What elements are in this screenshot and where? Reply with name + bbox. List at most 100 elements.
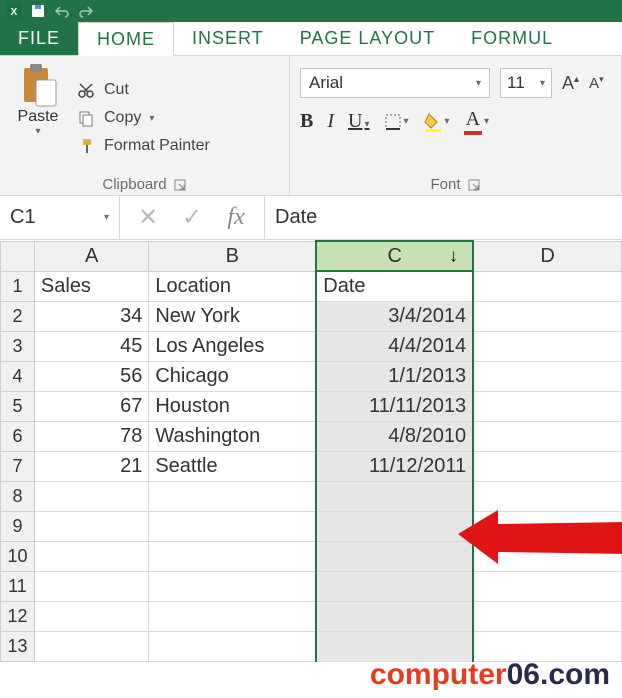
cell[interactable]: 21 (34, 452, 148, 482)
row-header[interactable]: 5 (1, 392, 35, 422)
row-header[interactable]: 10 (1, 542, 35, 572)
cell[interactable] (473, 302, 621, 332)
row-header[interactable]: 9 (1, 512, 35, 542)
format-painter-button[interactable]: Format Painter (76, 136, 210, 156)
column-header-c[interactable]: C ↓ (316, 241, 473, 271)
cell[interactable]: 1/1/2013 (316, 362, 473, 392)
cell[interactable] (149, 542, 316, 572)
save-icon[interactable] (30, 3, 46, 19)
cell[interactable] (316, 572, 473, 602)
row-header[interactable]: 1 (1, 271, 35, 302)
cell[interactable]: 78 (34, 422, 148, 452)
row-header[interactable]: 12 (1, 602, 35, 632)
cell[interactable] (34, 542, 148, 572)
paste-button[interactable]: Paste ▾ (10, 62, 66, 174)
tab-home[interactable]: HOME (78, 22, 174, 56)
cell[interactable] (473, 362, 621, 392)
redo-icon[interactable] (78, 3, 94, 19)
cell[interactable] (473, 452, 621, 482)
row-header[interactable]: 6 (1, 422, 35, 452)
cell[interactable] (473, 602, 621, 632)
tab-formulas[interactable]: FORMUL (453, 22, 571, 55)
cell[interactable] (316, 482, 473, 512)
cell[interactable] (473, 572, 621, 602)
cell[interactable]: Date (316, 271, 473, 302)
insert-function-button[interactable]: fx (224, 204, 248, 231)
cell[interactable] (149, 602, 316, 632)
column-header-d[interactable]: D (473, 241, 621, 271)
row-header[interactable]: 13 (1, 632, 35, 662)
cell[interactable] (473, 512, 621, 542)
bold-button[interactable]: B (300, 110, 313, 133)
cancel-button[interactable]: ✕ (136, 203, 160, 232)
fill-color-button[interactable]: ▾ (423, 112, 450, 132)
cell[interactable] (473, 422, 621, 452)
font-name-combo[interactable]: Arial ▾ (300, 68, 490, 98)
cell[interactable] (34, 512, 148, 542)
decrease-font-button[interactable]: A▾ (589, 74, 604, 92)
cell[interactable] (34, 482, 148, 512)
column-header-b[interactable]: B (149, 241, 316, 271)
cell[interactable] (473, 271, 621, 302)
cell[interactable] (149, 572, 316, 602)
dialog-launcher-icon[interactable] (467, 178, 481, 192)
underline-button[interactable]: U▾ (348, 110, 369, 133)
cell[interactable] (34, 572, 148, 602)
italic-button[interactable]: I (327, 110, 334, 133)
select-all-corner[interactable] (1, 241, 35, 271)
font-color-button[interactable]: A ▾ (464, 108, 489, 135)
row-header[interactable]: 8 (1, 482, 35, 512)
tab-insert[interactable]: INSERT (174, 22, 282, 55)
tab-file[interactable]: FILE (0, 22, 78, 55)
copy-button[interactable]: Copy ▾ (76, 108, 210, 128)
dialog-launcher-icon[interactable] (173, 178, 187, 192)
borders-button[interactable]: ▾ (384, 113, 409, 131)
cell[interactable] (149, 512, 316, 542)
cell[interactable]: 67 (34, 392, 148, 422)
undo-icon[interactable] (54, 3, 70, 19)
cell[interactable] (149, 482, 316, 512)
cut-button[interactable]: Cut (76, 80, 210, 100)
cell[interactable]: Los Angeles (149, 332, 316, 362)
tab-page-layout[interactable]: PAGE LAYOUT (282, 22, 453, 55)
cell[interactable]: Location (149, 271, 316, 302)
cell[interactable]: 4/4/2014 (316, 332, 473, 362)
font-size-combo[interactable]: 11 ▾ (500, 68, 552, 98)
cell[interactable]: 34 (34, 302, 148, 332)
cell[interactable] (316, 542, 473, 572)
cell[interactable]: New York (149, 302, 316, 332)
name-box[interactable]: C1 ▾ (0, 196, 120, 239)
chevron-down-icon[interactable]: ▾ (35, 126, 40, 137)
cell[interactable] (34, 632, 148, 662)
formula-input[interactable] (265, 196, 622, 239)
cell[interactable]: 11/12/2011 (316, 452, 473, 482)
enter-button[interactable]: ✓ (180, 203, 204, 232)
chevron-down-icon[interactable]: ▾ (149, 113, 154, 124)
cell[interactable]: 45 (34, 332, 148, 362)
cell[interactable]: Houston (149, 392, 316, 422)
row-header[interactable]: 4 (1, 362, 35, 392)
cell[interactable] (473, 392, 621, 422)
cell[interactable]: 11/11/2013 (316, 392, 473, 422)
cell[interactable]: 3/4/2014 (316, 302, 473, 332)
cell[interactable] (149, 632, 316, 662)
cell[interactable] (34, 602, 148, 632)
cell[interactable] (473, 542, 621, 572)
cell[interactable]: 56 (34, 362, 148, 392)
cell[interactable] (473, 482, 621, 512)
cell[interactable] (316, 512, 473, 542)
row-header[interactable]: 2 (1, 302, 35, 332)
cell[interactable]: Sales (34, 271, 148, 302)
cell[interactable]: Chicago (149, 362, 316, 392)
column-header-a[interactable]: A (34, 241, 148, 271)
cell[interactable] (473, 332, 621, 362)
cell[interactable]: Washington (149, 422, 316, 452)
cell[interactable] (316, 632, 473, 662)
cell[interactable] (473, 632, 621, 662)
cell[interactable] (316, 602, 473, 632)
cell[interactable]: 4/8/2010 (316, 422, 473, 452)
row-header[interactable]: 7 (1, 452, 35, 482)
row-header[interactable]: 3 (1, 332, 35, 362)
row-header[interactable]: 11 (1, 572, 35, 602)
increase-font-button[interactable]: A▴ (562, 73, 579, 94)
